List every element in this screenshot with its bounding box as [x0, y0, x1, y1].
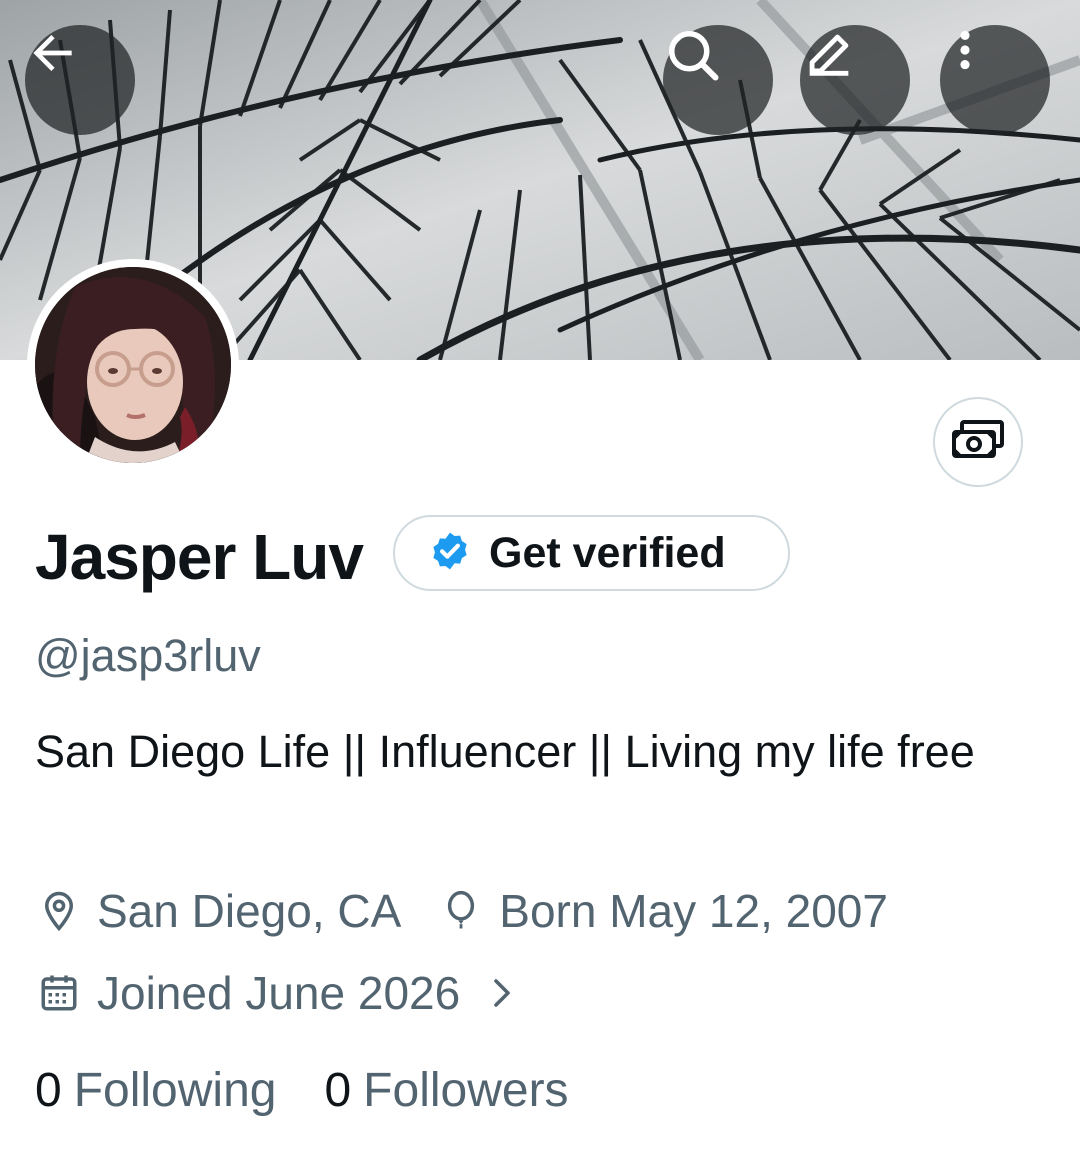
- calendar-icon: [35, 969, 83, 1017]
- more-options-button[interactable]: [940, 25, 1050, 135]
- tip-button[interactable]: [933, 397, 1023, 487]
- display-name: Jasper Luv: [35, 521, 364, 593]
- following-count: 0: [35, 1064, 62, 1117]
- search-button[interactable]: [663, 25, 773, 135]
- chevron-right-icon: [478, 969, 526, 1017]
- joined-row[interactable]: Joined June 2026: [35, 966, 526, 1020]
- balloon-icon: [437, 887, 485, 935]
- avatar[interactable]: [27, 259, 239, 471]
- following-label: Following: [73, 1064, 277, 1117]
- verified-badge-icon: [429, 530, 471, 577]
- get-verified-button[interactable]: Get verified: [393, 515, 790, 591]
- birthday-text: Born May 12, 2007: [499, 885, 888, 937]
- edit-button[interactable]: [800, 25, 910, 135]
- location-item: San Diego, CA: [35, 884, 401, 938]
- followers-count: 0: [324, 1064, 352, 1117]
- joined-text: Joined June 2026: [97, 967, 461, 1019]
- joined-item[interactable]: Joined June 2026: [35, 966, 526, 1020]
- avatar-image: [35, 267, 231, 463]
- followers-label: Followers: [363, 1064, 569, 1117]
- followers-link[interactable]: 0 Followers: [324, 1063, 568, 1118]
- money-icon: [952, 419, 1004, 465]
- location-pin-icon: [35, 887, 83, 935]
- follow-counts: 0 Following 0 Followers: [35, 1063, 569, 1118]
- profile-page: Jasper Luv Get verified @jasp3rluv San D…: [0, 0, 1080, 1149]
- back-button[interactable]: [25, 25, 135, 135]
- birthday-item: Born May 12, 2007: [437, 884, 888, 938]
- following-link[interactable]: 0 Following: [35, 1063, 276, 1118]
- get-verified-label: Get verified: [489, 528, 726, 577]
- profile-meta-row: San Diego, CA Born May 12, 2007: [35, 884, 888, 938]
- bio-text: San Diego Life || Influencer || Living m…: [35, 726, 975, 777]
- location-text: San Diego, CA: [97, 885, 402, 937]
- user-handle: @jasp3rluv: [35, 630, 261, 681]
